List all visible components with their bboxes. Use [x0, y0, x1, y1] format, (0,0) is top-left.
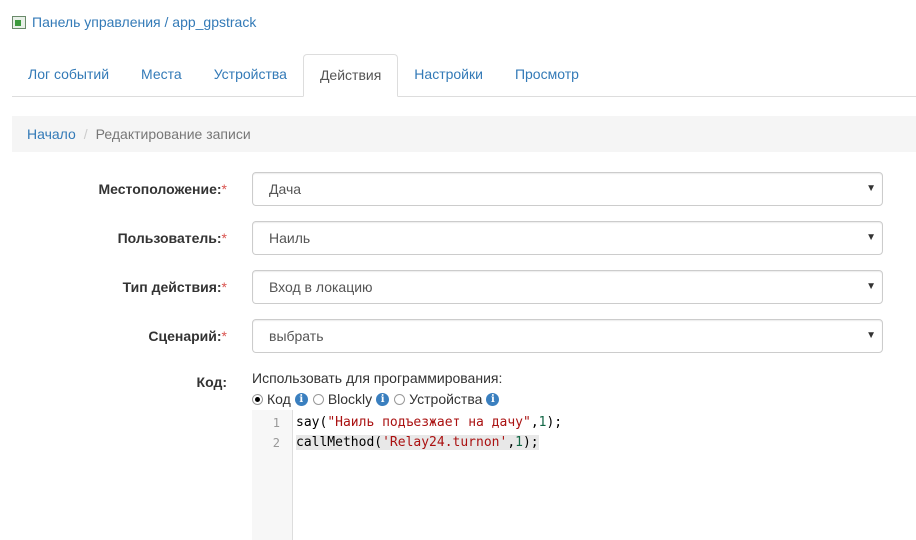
tab-devices[interactable]: Устройства [198, 54, 303, 95]
tab-places[interactable]: Места [125, 54, 198, 95]
user-value: Наиль [269, 230, 311, 246]
required-mark: * [221, 230, 227, 246]
radio-code-label[interactable]: Код [267, 391, 291, 407]
scenario-row: Сценарий:* выбрать ▼ [0, 319, 916, 353]
caret-down-icon: ▼ [866, 281, 876, 292]
scenario-select[interactable]: выбрать ▼ [252, 319, 883, 353]
info-icon[interactable]: i [486, 392, 500, 406]
tab-settings[interactable]: Настройки [398, 54, 499, 95]
action-type-select[interactable]: Вход в локацию ▼ [252, 270, 883, 304]
radio-blockly-label[interactable]: Blockly [328, 391, 372, 407]
use-for-label: Использовать для программирования: [252, 370, 503, 386]
caret-down-icon: ▼ [866, 330, 876, 341]
radio-devices-label[interactable]: Устройства [409, 391, 482, 407]
code-editor[interactable]: 1 2 say("Наиль подъезжает на дачу",1); c… [252, 410, 916, 540]
top-breadcrumb: Панель управления / app_gpstrack [12, 14, 256, 30]
caret-down-icon: ▼ [866, 183, 876, 194]
scenario-value: выбрать [269, 328, 324, 344]
tab-event-log[interactable]: Лог событий [12, 54, 125, 95]
breadcrumb-home-link[interactable]: Начало [27, 126, 76, 142]
line-number: 1 [272, 416, 280, 430]
control-panel-link[interactable]: Панель управления / app_gpstrack [32, 14, 256, 30]
code-line: callMethod('Relay24.turnon',1); [296, 435, 539, 450]
code-line: say("Наиль подъезжает на дачу",1); [296, 415, 563, 430]
tab-bar: Лог событий Места Устройства Действия На… [12, 54, 916, 97]
action-type-label: Тип действия:* [122, 279, 227, 295]
line-number: 2 [272, 436, 280, 450]
breadcrumb: Начало / Редактирование записи [12, 116, 916, 152]
user-select[interactable]: Наиль ▼ [252, 221, 883, 255]
location-value: Дача [269, 181, 302, 197]
info-icon[interactable]: i [294, 392, 308, 406]
breadcrumb-current: Редактирование записи [95, 126, 251, 142]
radio-devices[interactable] [394, 393, 406, 405]
location-select[interactable]: Дача ▼ [252, 172, 883, 206]
info-icon[interactable]: i [376, 392, 390, 406]
radio-blockly[interactable] [312, 393, 324, 405]
required-mark: * [221, 181, 227, 197]
action-type-row: Тип действия:* Вход в локацию ▼ [0, 270, 916, 304]
radio-code[interactable] [252, 393, 263, 405]
location-row: Местоположение:* Дача ▼ [0, 172, 916, 206]
tab-actions[interactable]: Действия [302, 54, 399, 97]
action-type-value: Вход в локацию [269, 279, 373, 295]
caret-down-icon: ▼ [866, 232, 876, 243]
tab-view[interactable]: Просмотр [499, 54, 595, 95]
location-label: Местоположение:* [98, 181, 228, 197]
scenario-label: Сценарий:* [148, 328, 227, 344]
code-label: Код: [196, 374, 227, 390]
user-label: Пользователь:* [117, 230, 227, 246]
required-mark: * [221, 279, 227, 295]
breadcrumb-separator: / [83, 126, 88, 142]
user-row: Пользователь:* Наиль ▼ [0, 221, 916, 255]
required-mark: * [221, 328, 227, 344]
app-icon [12, 15, 26, 29]
code-mode-radios: Код i Blockly i Устройства i [252, 391, 504, 407]
